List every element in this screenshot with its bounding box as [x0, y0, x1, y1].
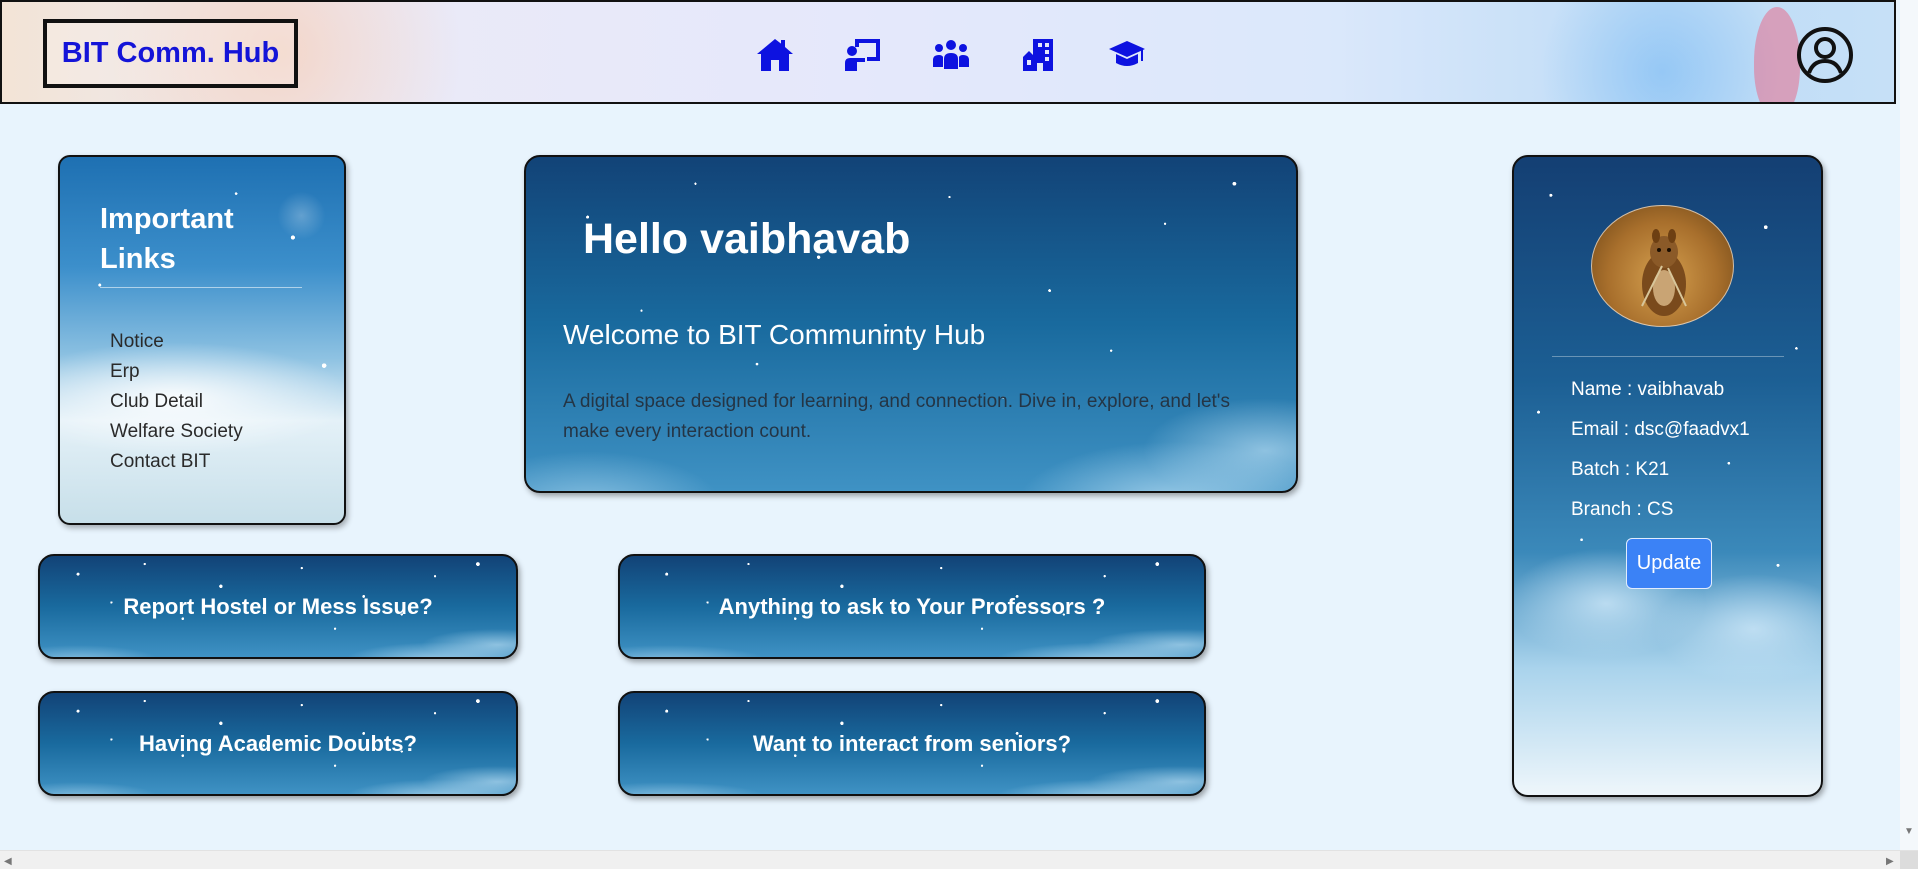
report-hostel-issue-card[interactable]: Report Hostel or Mess Issue? — [38, 554, 518, 659]
top-navbar: BIT Comm. Hub — [0, 0, 1896, 104]
profile-branch: Branch : CS — [1571, 499, 1674, 520]
important-links-title: Important Links — [100, 203, 234, 275]
vertical-scrollbar[interactable]: ▼ — [1900, 0, 1918, 850]
link-welfare-society[interactable]: Welfare Society — [110, 417, 243, 447]
profile-batch: Batch : K21 — [1571, 459, 1670, 480]
avatar — [1591, 205, 1734, 327]
link-notice[interactable]: Notice — [110, 327, 243, 357]
ask-professors-card[interactable]: Anything to ask to Your Professors ? — [618, 554, 1206, 659]
welcome-subheading: Welcome to BIT Communinty Hub — [563, 319, 986, 350]
divider — [1552, 356, 1784, 357]
academic-doubts-card[interactable]: Having Academic Doubts? — [38, 691, 518, 796]
home-icon[interactable] — [754, 34, 796, 76]
community-icon[interactable] — [930, 34, 972, 76]
greeting-heading: Hello vaibhavab — [583, 215, 911, 263]
horizontal-scrollbar[interactable]: ◀ ▶ — [0, 850, 1918, 869]
scrollbar-corner — [1900, 851, 1918, 869]
link-erp[interactable]: Erp — [110, 357, 243, 387]
update-button[interactable]: Update — [1626, 538, 1712, 589]
graduation-cap-icon[interactable] — [1106, 34, 1148, 76]
important-links-list: Notice Erp Club Detail Welfare Society C… — [110, 327, 243, 477]
action-label: Report Hostel or Mess Issue? — [123, 593, 433, 619]
action-label: Want to interact from seniors? — [752, 730, 1072, 756]
teacher-board-icon[interactable] — [842, 34, 884, 76]
profile-details: Name : vaibhavab Email : dsc@faadvx1 Bat… — [1571, 370, 1750, 530]
divider — [100, 287, 302, 288]
important-links-card: Important Links Notice Erp Club Detail W… — [58, 155, 346, 525]
action-label: Having Academic Doubts? — [139, 730, 417, 756]
link-contact-bit[interactable]: Contact BIT — [110, 447, 243, 477]
action-label: Anything to ask to Your Professors ? — [718, 593, 1106, 619]
scroll-down-icon[interactable]: ▼ — [1904, 826, 1914, 837]
header-decoration — [1754, 7, 1800, 102]
user-circle-icon[interactable] — [1796, 26, 1854, 84]
profile-card: Name : vaibhavab Email : dsc@faadvx1 Bat… — [1512, 155, 1823, 797]
welcome-description: A digital space designed for learning, a… — [563, 391, 1230, 442]
link-club-detail[interactable]: Club Detail — [110, 387, 243, 417]
header-decoration — [1532, 2, 1792, 102]
profile-name: Name : vaibhavab — [1571, 379, 1725, 400]
scroll-right-icon[interactable]: ▶ — [1886, 856, 1894, 867]
profile-email: Email : dsc@faadvx1 — [1571, 419, 1750, 440]
interact-seniors-card[interactable]: Want to interact from seniors? — [618, 691, 1206, 796]
site-logo[interactable]: BIT Comm. Hub — [43, 19, 298, 88]
building-icon[interactable] — [1018, 34, 1060, 76]
welcome-card: Hello vaibhavab Welcome to BIT Communint… — [524, 155, 1298, 493]
scroll-left-icon[interactable]: ◀ — [4, 856, 12, 867]
main-nav — [754, 34, 1148, 76]
